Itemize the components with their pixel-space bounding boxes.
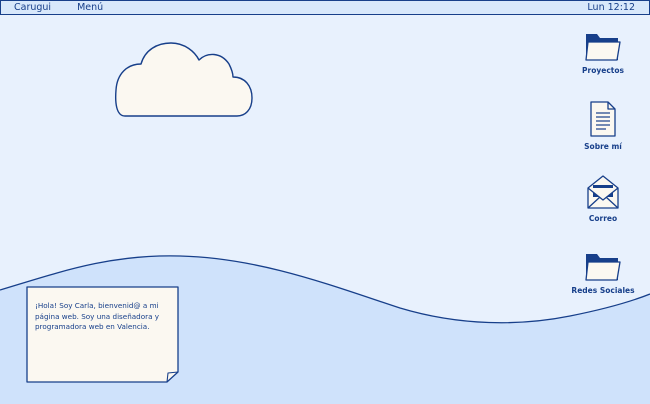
welcome-note-text: ¡Hola! Soy Carla, bienvenid@ a mi página…	[35, 301, 160, 331]
desktop-icon-redes-sociales[interactable]: Redes Sociales	[568, 250, 638, 295]
cloud-illustration	[115, 42, 253, 117]
desktop-icon-label: Proyectos	[582, 66, 624, 75]
folder-icon	[585, 254, 621, 281]
welcome-note[interactable]: ¡Hola! Soy Carla, bienvenid@ a mi página…	[26, 286, 179, 383]
document-icon	[590, 101, 616, 137]
desktop-icon-correo[interactable]: :-) Correo	[568, 174, 638, 223]
desktop-icon-label: Sobre mí	[584, 142, 622, 151]
desktop-icon-proyectos[interactable]: Proyectos	[568, 30, 638, 75]
mail-icon: :-)	[587, 175, 619, 209]
folder-icon	[585, 34, 621, 61]
desktop-icon-label: Correo	[588, 214, 618, 223]
desktop-icon-label: Redes Sociales	[571, 286, 635, 295]
desktop-icon-sobre-mi[interactable]: Sobre mí	[568, 100, 638, 151]
